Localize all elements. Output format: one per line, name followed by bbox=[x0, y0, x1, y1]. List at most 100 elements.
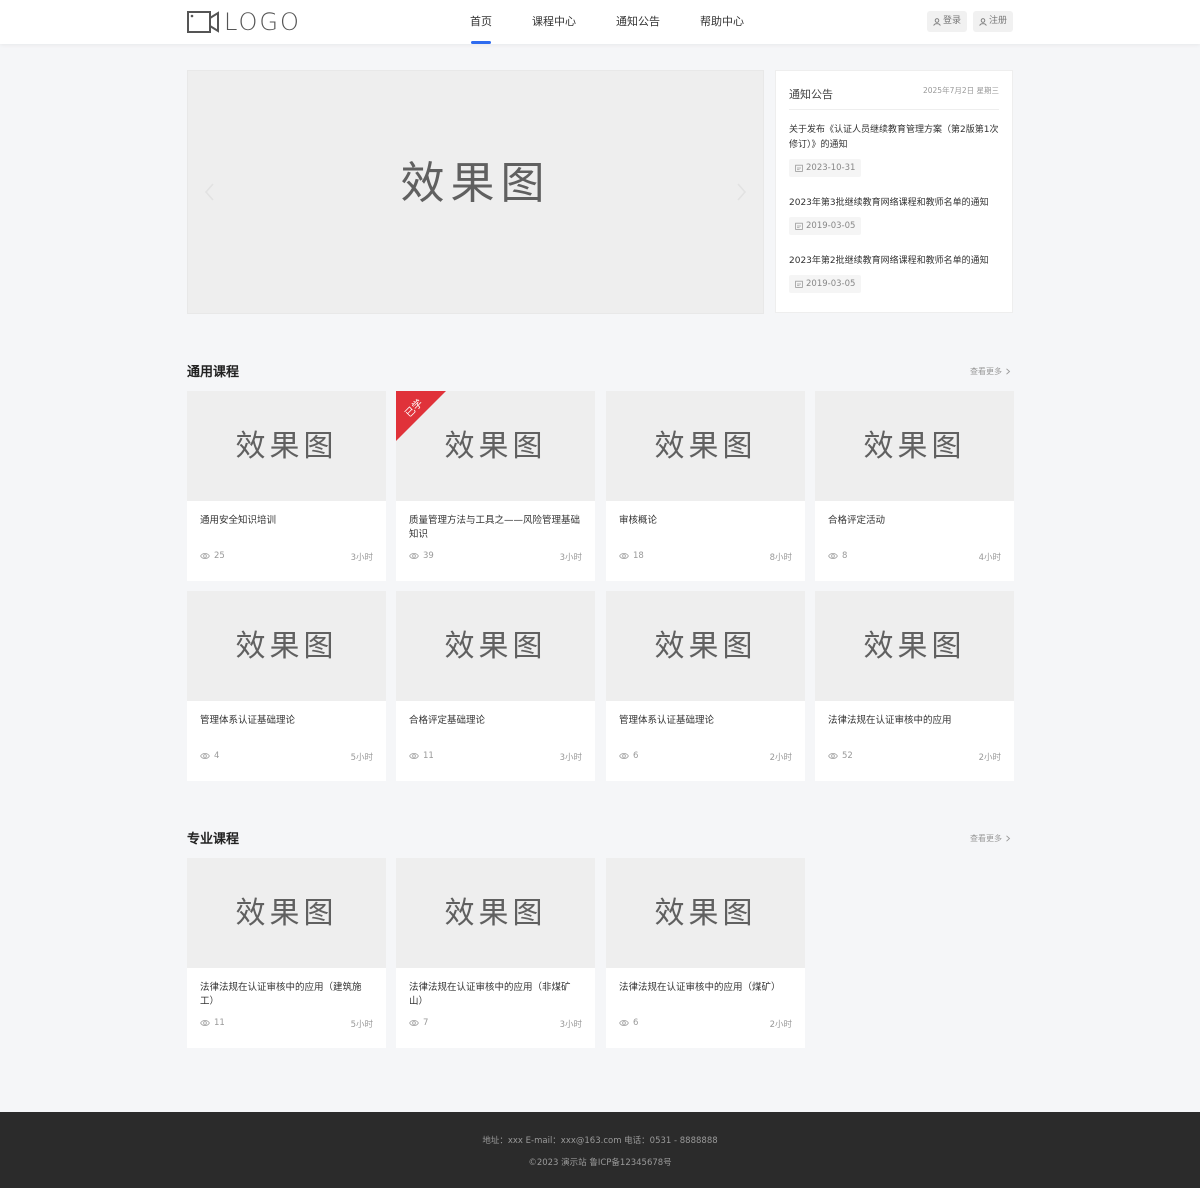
user-icon bbox=[933, 17, 941, 26]
course-card[interactable]: 效果图 审核概论 18 8小时 bbox=[606, 391, 805, 581]
course-thumbnail: 效果图 bbox=[815, 391, 1014, 501]
course-views: 6 bbox=[619, 1018, 638, 1028]
course-card[interactable]: 效果图合格评定基础理论 11 3小时 bbox=[396, 591, 595, 781]
eye-icon bbox=[619, 553, 629, 559]
banner-carousel[interactable]: 效果图 bbox=[187, 70, 764, 314]
notice-panel: 通知公告 2025年7月2日 星期三 关于发布《认证人员继续教育管理方案（第2版… bbox=[775, 70, 1013, 313]
course-duration: 2小时 bbox=[769, 1020, 792, 1030]
carousel-next-button[interactable] bbox=[735, 177, 749, 207]
register-label: 注册 bbox=[988, 16, 1007, 26]
course-card[interactable]: 效果图 管理体系认证基础理论 4 5小时 bbox=[187, 591, 386, 781]
view-count: 11 bbox=[214, 1018, 225, 1028]
course-card[interactable]: 效果图 法律法规在认证审核中的应用（煤矿） 6 2小时 bbox=[606, 858, 805, 1048]
nav-item-notices[interactable]: 通知公告 bbox=[616, 0, 660, 44]
view-more-link-professional[interactable]: 查看更多 bbox=[970, 833, 1011, 844]
course-title: 法律法规在认证审核中的应用 bbox=[828, 715, 952, 726]
video-camera-icon bbox=[187, 10, 221, 34]
course-duration: 2小时 bbox=[978, 753, 1001, 763]
course-thumbnail: 效果图 bbox=[187, 591, 386, 701]
course-title: 法律法规在认证审核中的应用（非煤矿山） bbox=[409, 982, 571, 1007]
course-thumbnail: 效果图 bbox=[396, 591, 595, 701]
course-thumbnail: 效果图 bbox=[606, 391, 805, 501]
course-thumbnail: 效果图 bbox=[606, 591, 805, 701]
notice-item[interactable]: 关于发布《认证人员继续教育管理方案（第2版第1次修订）》的通知 2023-10-… bbox=[789, 123, 1001, 177]
course-card[interactable]: 效果图 已学 质量管理方法与工具之——风险管理基础知识 39 3小时 bbox=[396, 391, 595, 581]
course-views: 11 bbox=[409, 751, 434, 761]
eye-icon bbox=[200, 753, 210, 759]
main-nav: 首页 课程中心 通知公告 帮助中心 bbox=[470, 0, 784, 44]
notice-item[interactable]: 2023年第3批继续教育网络课程和教师名单的通知 2019-03-05 bbox=[789, 196, 1001, 235]
course-title: 法律法规在认证审核中的应用（建筑施工） bbox=[200, 982, 362, 1007]
eye-icon bbox=[200, 1020, 210, 1026]
section-title-general: 通用课程 bbox=[187, 365, 240, 380]
nav-item-home[interactable]: 首页 bbox=[470, 0, 492, 44]
course-duration: 2小时 bbox=[769, 753, 792, 763]
thumbnail-placeholder-text: 效果图 bbox=[444, 629, 547, 664]
notice-item-date-text: 2019-03-05 bbox=[806, 279, 856, 289]
footer-contact: 地址：xxx E-mail：xxx@163.com 电话：0531 - 8888… bbox=[482, 1136, 718, 1146]
eye-icon bbox=[828, 553, 838, 559]
eye-icon bbox=[409, 1020, 419, 1026]
notice-item-title: 2023年第3批继续教育网络课程和教师名单的通知 bbox=[789, 198, 989, 208]
auth-buttons: 登录 注册 bbox=[926, 11, 1013, 32]
course-card[interactable]: 效果图 管理体系认证基础理论 6 2小时 bbox=[606, 591, 805, 781]
current-date: 2025年7月2日 星期三 bbox=[922, 86, 999, 95]
course-title: 法律法规在认证审核中的应用（煤矿） bbox=[619, 982, 781, 993]
calendar-icon bbox=[795, 164, 803, 172]
register-button[interactable]: 注册 bbox=[972, 11, 1013, 32]
course-duration: 8小时 bbox=[769, 553, 792, 563]
view-count: 6 bbox=[633, 1018, 639, 1028]
course-card[interactable]: 效果图 合格评定活动 8 4小时 bbox=[815, 391, 1014, 581]
view-more-label: 查看更多 bbox=[970, 834, 1002, 843]
login-label: 登录 bbox=[942, 16, 961, 26]
eye-icon bbox=[619, 753, 629, 759]
course-title: 管理体系认证基础理论 bbox=[619, 715, 715, 726]
course-views: 4 bbox=[200, 751, 219, 761]
eye-icon bbox=[409, 753, 419, 759]
thumbnail-placeholder-text: 效果图 bbox=[863, 429, 966, 464]
view-count: 11 bbox=[423, 751, 434, 761]
logo[interactable]: LOGO bbox=[187, 9, 301, 35]
course-duration: 3小时 bbox=[559, 553, 582, 563]
notice-item[interactable]: 2023年第2批继续教育网络课程和教师名单的通知 2019-03-05 bbox=[789, 254, 1001, 293]
top-header: LOGO 首页 课程中心 通知公告 帮助中心 登录 注册 bbox=[0, 0, 1200, 44]
notice-item-title: 关于发布《认证人员继续教育管理方案（第2版第1次修订）》的通知 bbox=[789, 125, 999, 150]
notice-item-date-text: 2019-03-05 bbox=[806, 221, 856, 231]
notice-item-date: 2019-03-05 bbox=[789, 217, 862, 235]
footer-copyright: ©2023 演示站 鲁ICP备12345678号 bbox=[528, 1158, 672, 1168]
eye-icon bbox=[619, 1020, 629, 1026]
course-duration: 3小时 bbox=[559, 1020, 582, 1030]
course-title: 管理体系认证基础理论 bbox=[200, 715, 296, 726]
notice-panel-title: 通知公告 bbox=[789, 88, 833, 101]
carousel-prev-button[interactable] bbox=[202, 177, 216, 207]
course-views: 39 bbox=[409, 551, 434, 561]
course-card[interactable]: 效果图 通用安全知识培训 25 3小时 bbox=[187, 391, 386, 581]
view-more-link-general[interactable]: 查看更多 bbox=[970, 366, 1011, 377]
learned-ribbon: 已学 bbox=[396, 391, 448, 443]
course-title: 质量管理方法与工具之——风险管理基础知识 bbox=[409, 515, 581, 540]
view-more-label: 查看更多 bbox=[970, 367, 1002, 376]
course-thumbnail: 效果图 bbox=[396, 858, 595, 968]
eye-icon bbox=[409, 553, 419, 559]
course-title: 合格评定基础理论 bbox=[409, 715, 486, 726]
view-count: 4 bbox=[214, 751, 220, 761]
course-title: 审核概论 bbox=[619, 515, 658, 526]
course-duration: 3小时 bbox=[559, 753, 582, 763]
course-card[interactable]: 效果图 法律法规在认证审核中的应用 52 2小时 bbox=[815, 591, 1014, 781]
thumbnail-placeholder-text: 效果图 bbox=[235, 629, 338, 664]
calendar-icon bbox=[795, 222, 803, 230]
user-icon bbox=[979, 17, 987, 26]
course-card[interactable]: 效果图 法律法规在认证审核中的应用（建筑施工） 11 5小时 bbox=[187, 858, 386, 1048]
course-title: 通用安全知识培训 bbox=[200, 515, 277, 526]
chevron-left-icon bbox=[204, 183, 214, 201]
course-card[interactable]: 效果图 法律法规在认证审核中的应用（非煤矿山） 7 3小时 bbox=[396, 858, 595, 1048]
chevron-right-icon bbox=[1006, 368, 1011, 375]
login-button[interactable]: 登录 bbox=[926, 11, 967, 32]
notice-item-date: 2019-03-05 bbox=[789, 275, 862, 293]
nav-item-help[interactable]: 帮助中心 bbox=[700, 0, 744, 44]
nav-item-courses[interactable]: 课程中心 bbox=[532, 0, 576, 44]
course-thumbnail: 效果图 bbox=[187, 391, 386, 501]
thumbnail-placeholder-text: 效果图 bbox=[444, 896, 547, 931]
notice-item-title: 2023年第2批继续教育网络课程和教师名单的通知 bbox=[789, 256, 989, 266]
course-thumbnail: 效果图 bbox=[815, 591, 1014, 701]
